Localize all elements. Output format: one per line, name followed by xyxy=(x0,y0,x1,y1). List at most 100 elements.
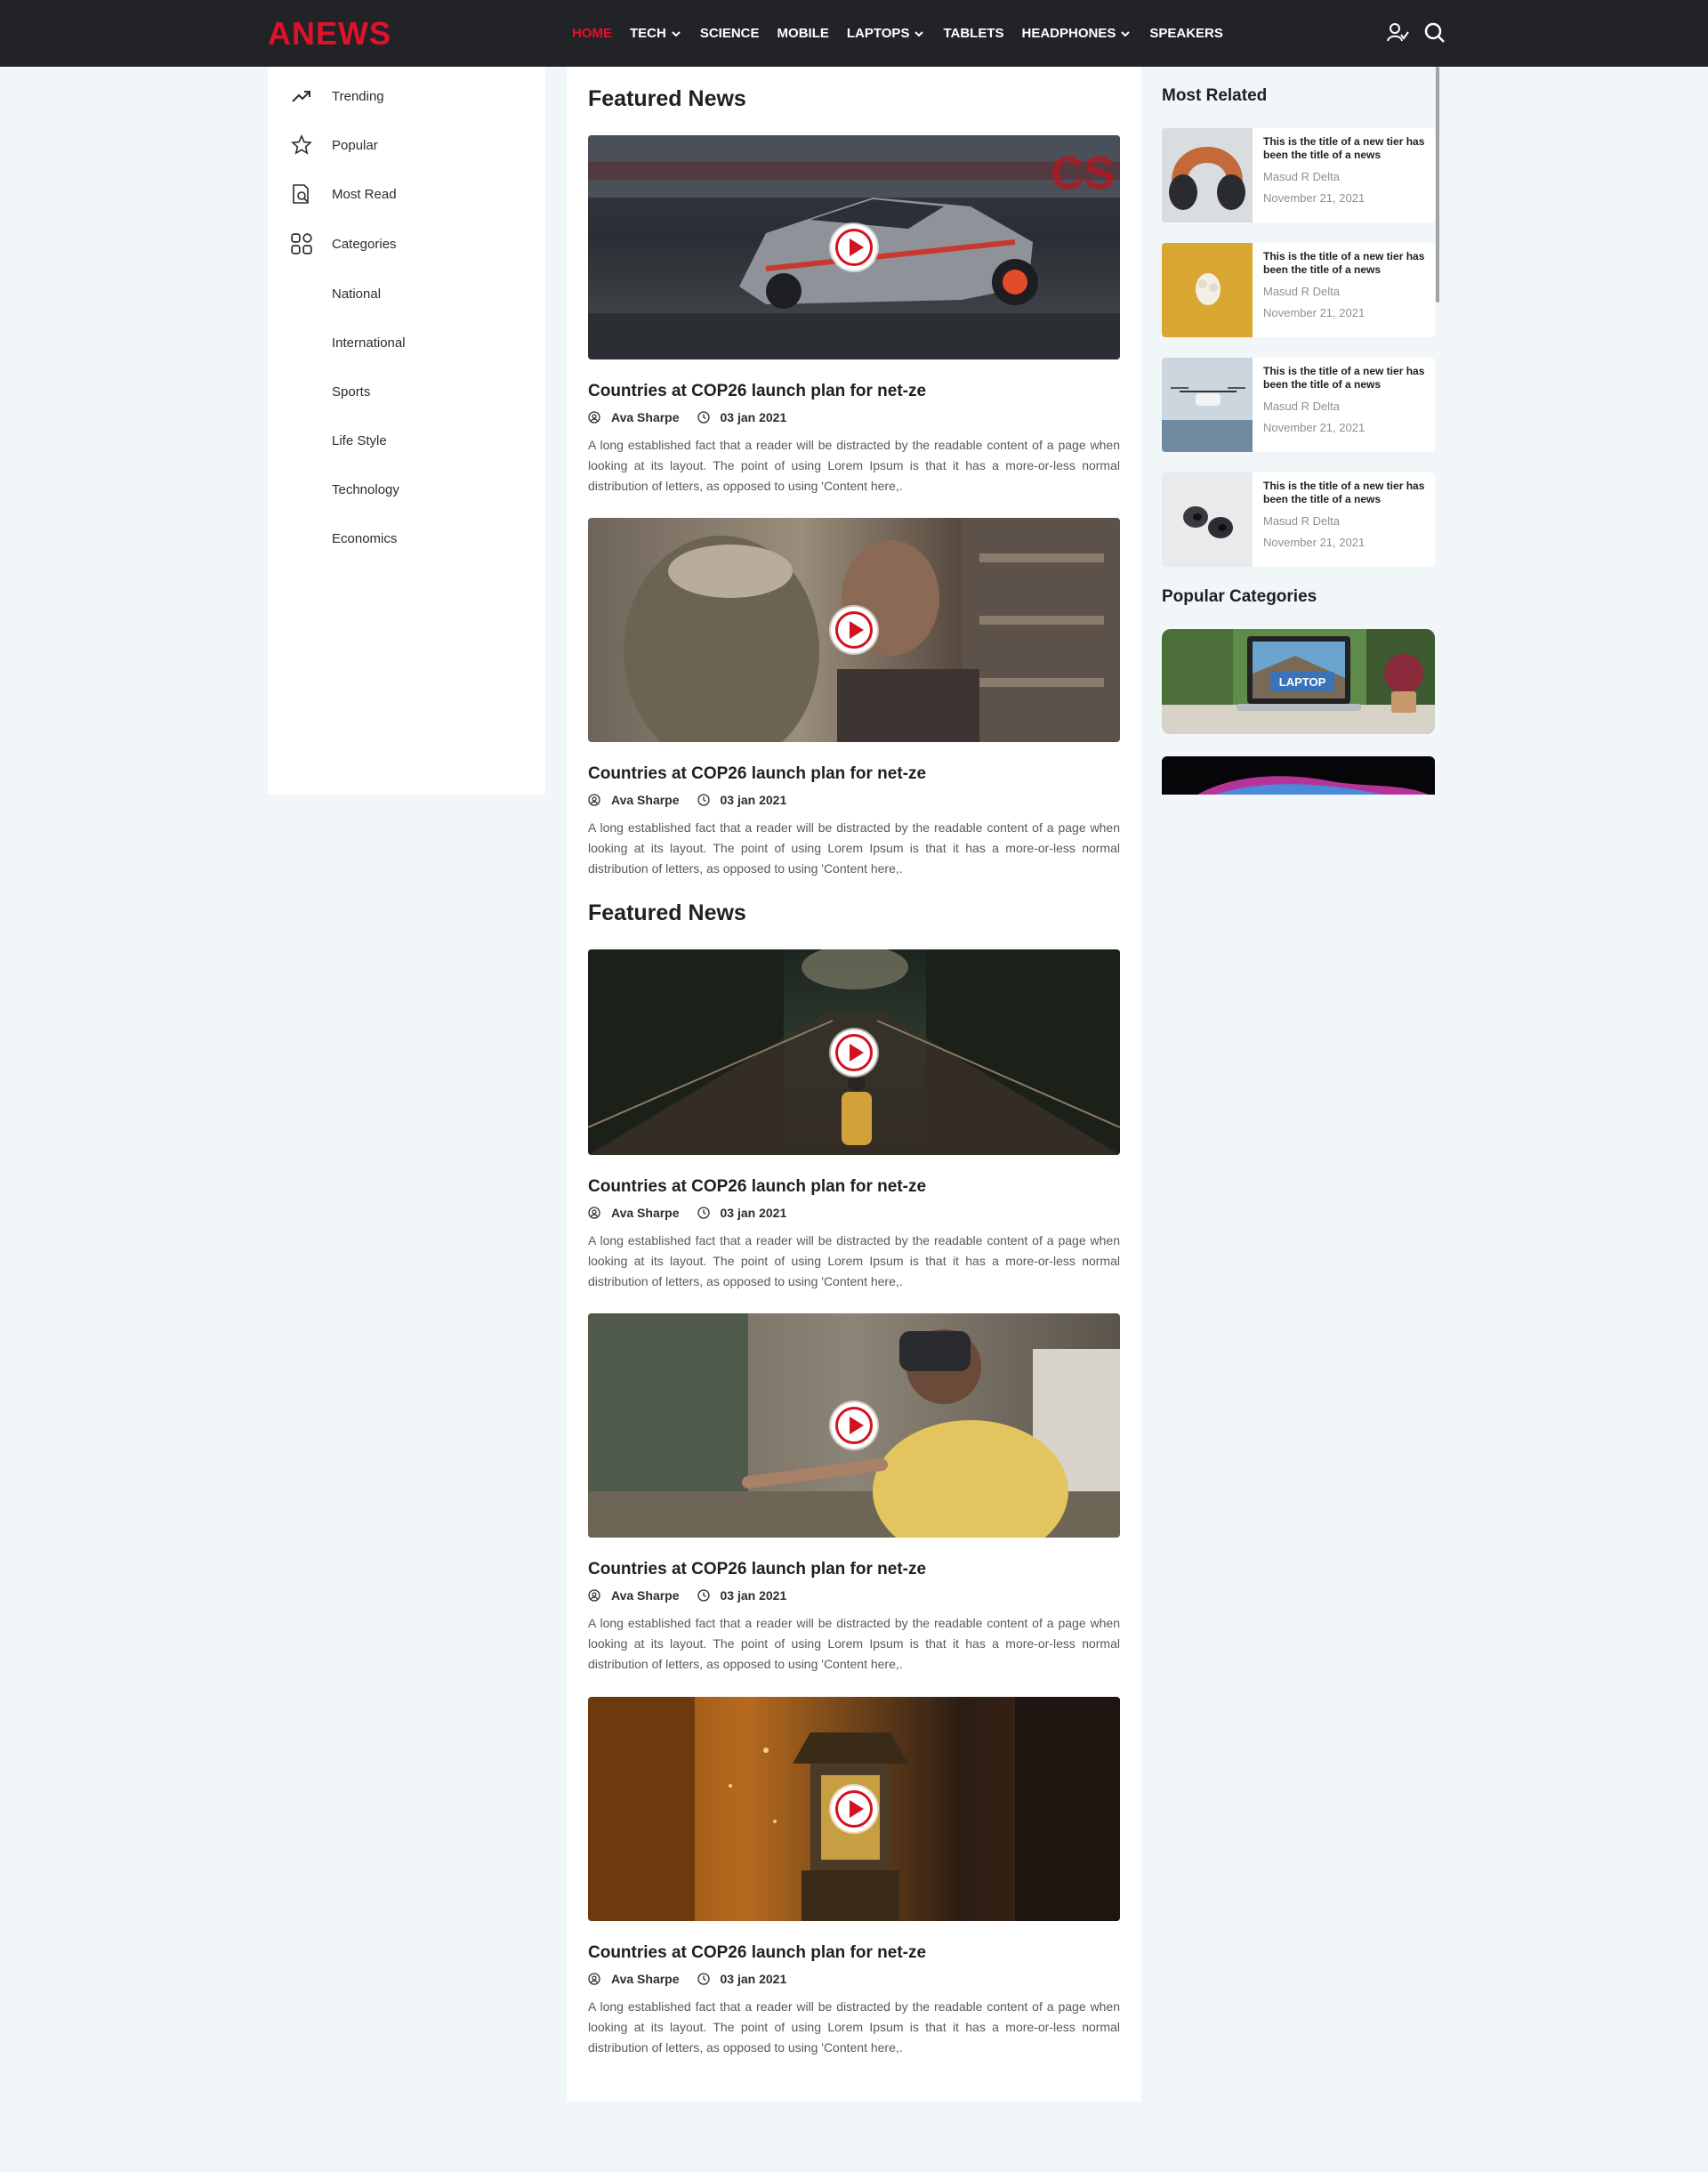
sidebar-item-label: Trending xyxy=(332,88,384,104)
news-date: 03 jan 2021 xyxy=(720,1206,787,1220)
sidebar-item-popular[interactable]: Popular xyxy=(268,132,545,158)
author-icon xyxy=(588,1589,600,1602)
play-button[interactable] xyxy=(831,224,877,270)
play-icon xyxy=(850,1043,864,1062)
nav-tech[interactable]: TECH xyxy=(630,26,682,41)
related-text: This is the title of a new tier has been… xyxy=(1263,480,1428,549)
news-author[interactable]: Ava Sharpe xyxy=(611,1588,680,1603)
nav-label: SPEAKERS xyxy=(1149,26,1223,41)
news-card: CS Countries at COP26 launch plan for ne… xyxy=(588,135,1120,497)
related-author: Masud R Delta xyxy=(1263,285,1340,298)
sidebar-item-label: Economics xyxy=(332,530,398,546)
sidebar-item-economics[interactable]: Economics xyxy=(268,525,545,552)
news-author[interactable]: Ava Sharpe xyxy=(611,410,680,424)
nav-label: HOME xyxy=(572,26,612,41)
news-date: 03 jan 2021 xyxy=(720,793,787,807)
nav-mobile[interactable]: MOBILE xyxy=(777,26,829,41)
related-author: Masud R Delta xyxy=(1263,514,1340,528)
sidebar-item-international[interactable]: International xyxy=(268,329,545,356)
search-icon[interactable] xyxy=(1423,21,1446,44)
sidebar-item-technology[interactable]: Technology xyxy=(268,476,545,503)
svg-text:CS: CS xyxy=(1051,148,1115,199)
news-image[interactable] xyxy=(588,518,1120,742)
play-icon xyxy=(850,1800,864,1818)
play-icon xyxy=(850,621,864,639)
sidebar-item-label: Life Style xyxy=(332,432,387,448)
nav-science[interactable]: SCIENCE xyxy=(700,26,760,41)
news-title[interactable]: Countries at COP26 launch plan for net-z… xyxy=(588,381,1120,402)
headphones-image xyxy=(1162,128,1253,222)
news-title[interactable]: Countries at COP26 launch plan for net-z… xyxy=(588,1176,1120,1198)
main-feed: Featured News CS Countries at COP26 laun… xyxy=(567,67,1141,2102)
category-card[interactable] xyxy=(1162,756,1435,795)
nav-laptops[interactable]: LAPTOPS xyxy=(847,26,926,41)
news-card: Countries at COP26 launch plan for net-z… xyxy=(588,1697,1120,2058)
author-icon xyxy=(588,1973,600,1985)
header-actions xyxy=(1386,21,1446,44)
star-icon xyxy=(289,133,314,157)
sidebar-item-categories[interactable]: Categories xyxy=(268,230,545,257)
news-title[interactable]: Countries at COP26 launch plan for net-z… xyxy=(588,1559,1120,1580)
trending-icon xyxy=(289,84,314,109)
nav-home[interactable]: HOME xyxy=(572,26,612,41)
category-image xyxy=(1162,756,1435,795)
section-title: Featured News xyxy=(588,86,746,111)
clock-icon xyxy=(697,1589,710,1602)
play-button[interactable] xyxy=(831,607,877,653)
related-image xyxy=(1162,128,1253,222)
news-author[interactable]: Ava Sharpe xyxy=(611,1206,680,1220)
play-button[interactable] xyxy=(831,1402,877,1449)
sidebar-item-most-read[interactable]: Most Read xyxy=(268,181,545,207)
document-search-icon xyxy=(289,182,314,206)
nav-speakers[interactable]: SPEAKERS xyxy=(1149,26,1223,41)
scrollbar[interactable] xyxy=(1436,67,1439,303)
earbuds-white-image xyxy=(1162,472,1253,567)
sidebar-item-sports[interactable]: Sports xyxy=(268,378,545,405)
nav-label: MOBILE xyxy=(777,26,829,41)
most-related-title: Most Related xyxy=(1162,86,1268,105)
user-icon[interactable] xyxy=(1386,21,1409,44)
sidebar-item-label: Sports xyxy=(332,384,371,400)
author-icon xyxy=(588,1207,600,1219)
sidebar-item-trending[interactable]: Trending xyxy=(268,83,545,109)
play-icon xyxy=(850,1417,864,1434)
nav-tablets[interactable]: TABLETS xyxy=(943,26,1003,41)
news-excerpt: A long established fact that a reader wi… xyxy=(588,820,1120,876)
clock-icon xyxy=(697,1973,710,1985)
play-button[interactable] xyxy=(831,1029,877,1076)
clock-icon xyxy=(697,411,710,424)
category-card-laptop[interactable]: LAPTOP xyxy=(1162,629,1435,734)
related-card[interactable]: This is the title of a new tier has been… xyxy=(1162,128,1435,222)
play-button[interactable] xyxy=(831,1786,877,1832)
sidebar-item-life-style[interactable]: Life Style xyxy=(268,427,545,454)
site-logo[interactable]: ANEWS xyxy=(268,16,391,52)
news-image[interactable]: CS xyxy=(588,135,1120,359)
news-author[interactable]: Ava Sharpe xyxy=(611,1972,680,1986)
news-image[interactable] xyxy=(588,1313,1120,1538)
earbuds-yellow-image xyxy=(1162,243,1253,337)
clock-icon xyxy=(697,794,710,806)
news-author[interactable]: Ava Sharpe xyxy=(611,793,680,807)
news-title[interactable]: Countries at COP26 launch plan for net-z… xyxy=(588,763,1120,785)
news-image[interactable] xyxy=(588,949,1120,1155)
news-title[interactable]: Countries at COP26 launch plan for net-z… xyxy=(588,1942,1120,1964)
sidebar-item-national[interactable]: National xyxy=(268,280,545,307)
news-meta: Ava Sharpe 03 jan 2021 xyxy=(588,1205,1120,1221)
related-date: November 21, 2021 xyxy=(1263,536,1366,549)
news-meta: Ava Sharpe 03 jan 2021 xyxy=(588,1587,1120,1603)
chevron-down-icon xyxy=(914,30,924,36)
category-label: LAPTOP xyxy=(1270,672,1334,691)
related-card[interactable]: This is the title of a new tier has been… xyxy=(1162,243,1435,337)
related-date: November 21, 2021 xyxy=(1263,191,1366,205)
nav-headphones[interactable]: HEADPHONES xyxy=(1022,26,1132,41)
related-card[interactable]: This is the title of a new tier has been… xyxy=(1162,472,1435,567)
chevron-down-icon xyxy=(672,30,681,36)
related-card[interactable]: This is the title of a new tier has been… xyxy=(1162,358,1435,452)
popular-categories-title: Popular Categories xyxy=(1162,587,1317,606)
news-excerpt: A long established fact that a reader wi… xyxy=(588,438,1120,493)
news-image[interactable] xyxy=(588,1697,1120,1921)
section-title: Featured News xyxy=(588,900,746,925)
nav-label: SCIENCE xyxy=(699,26,760,41)
related-title: This is the title of a new tier has been… xyxy=(1263,135,1425,161)
nav-label: LAPTOPS xyxy=(846,26,910,41)
